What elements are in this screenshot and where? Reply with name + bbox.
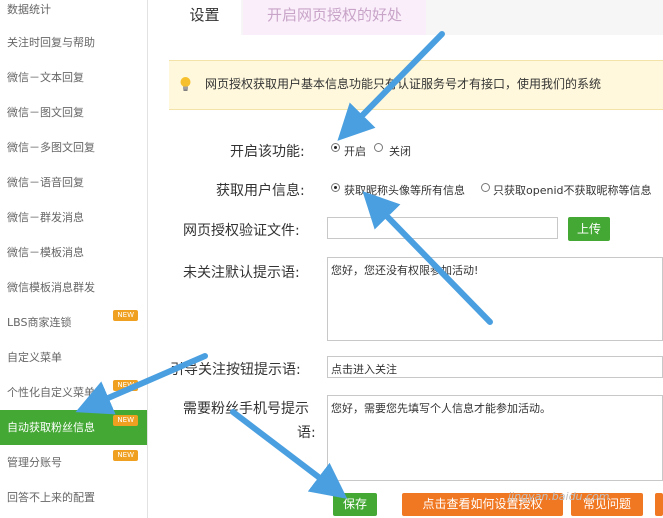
arrow-to-save — [230, 409, 348, 499]
watermark: jingyan.baidu.com — [508, 490, 610, 503]
arrow-to-enable — [337, 31, 445, 141]
arrow-to-sidebar — [75, 353, 208, 415]
arrow-to-userinfo — [362, 191, 493, 325]
annotation-arrows — [75, 31, 493, 499]
